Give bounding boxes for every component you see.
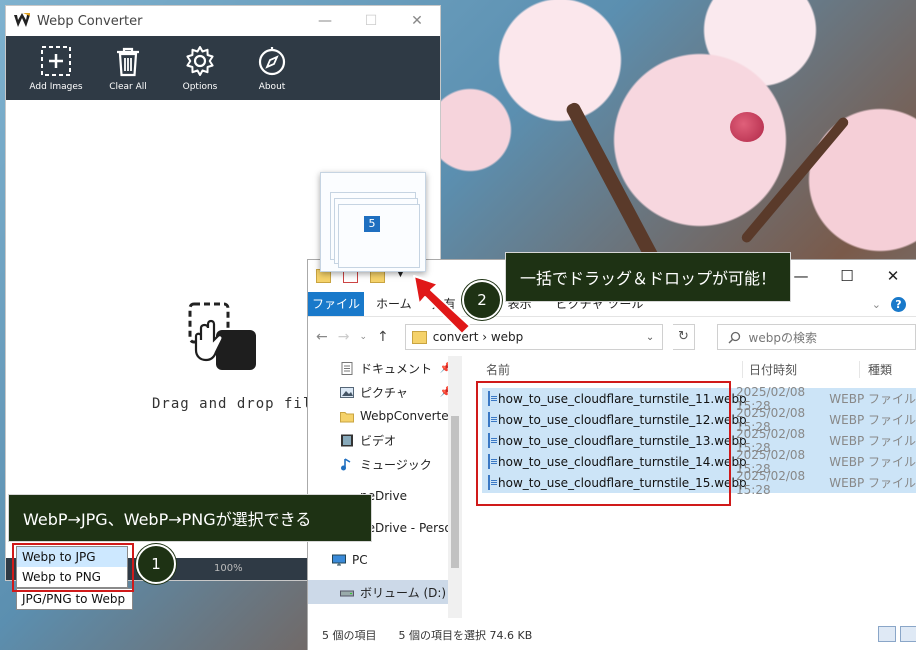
gear-icon — [186, 45, 214, 76]
add-images-icon — [41, 45, 71, 76]
maximize-icon[interactable]: ☐ — [824, 267, 870, 285]
about-label: About — [258, 81, 286, 92]
expand-ribbon-icon[interactable]: ⌄ — [872, 298, 881, 311]
sidebar-item-label: ビデオ — [360, 433, 397, 448]
clear-all-label: Clear All — [109, 81, 147, 92]
video-icon — [341, 434, 353, 446]
search-icon — [728, 331, 740, 343]
sidebar-item-volume-d[interactable]: ボリューム (D:) — [308, 580, 460, 604]
help-icon[interactable]: ? — [891, 296, 906, 312]
sidebar-item-pictures[interactable]: ピクチャ 📌 — [308, 380, 460, 404]
sidebar-item-label: WebpConverter — [360, 409, 454, 423]
file-type: WEBP ファイル — [829, 392, 916, 406]
minimize-icon[interactable]: — — [302, 13, 348, 29]
music-icon — [341, 457, 351, 470]
file-type: WEBP ファイル — [829, 434, 916, 448]
item-count: 5 個の項目 — [322, 629, 377, 642]
options-button[interactable]: Options — [164, 36, 236, 100]
sidebar-item-label: neDrive - Person — [360, 521, 460, 535]
sidebar-item-documents[interactable]: ドキュメント 📌 — [308, 356, 460, 380]
recent-chevron-icon[interactable]: ⌄ — [359, 332, 367, 342]
column-date[interactable]: 日付時刻 — [742, 360, 859, 378]
close-icon[interactable]: ✕ — [394, 13, 440, 29]
step-1-callout: WebP→JPG、WebP→PNGが選択できる — [8, 494, 372, 542]
sidebar-item-videos[interactable]: ビデオ — [308, 428, 460, 452]
sidebar-item-label: ドキュメント — [360, 361, 433, 376]
file-count-badge: 5 — [364, 216, 380, 232]
sidebar-item-label: ボリューム (D:) — [360, 585, 447, 600]
file-type: WEBP ファイル — [829, 476, 916, 490]
navigation-bar: ← → ⌄ ↑ convert › webp ⌄ ↻ webpの検索 — [308, 317, 916, 357]
sidebar-item-pc[interactable]: PC — [308, 548, 460, 572]
details-view-icon[interactable] — [878, 626, 896, 642]
clear-all-button[interactable]: Clear All — [92, 36, 164, 100]
toolbar: Add Images Clear All Options About — [6, 36, 440, 100]
files-highlight-box — [476, 381, 731, 506]
step-2-callout: 一括でドラッグ＆ドロップが可能！ — [505, 252, 792, 302]
large-icons-view-icon[interactable] — [900, 626, 916, 642]
search-input[interactable]: webpの検索 — [716, 324, 916, 350]
drag-drop-icon — [188, 302, 256, 370]
file-type: WEBP ファイル — [829, 413, 916, 427]
column-type[interactable]: 種類 — [859, 360, 892, 378]
sidebar-item-music[interactable]: ミュージック — [308, 452, 460, 476]
document-icon — [341, 361, 353, 375]
sidebar-item-label: ミュージック — [360, 457, 432, 472]
status-bar: 5 個の項目 5 個の項目を選択 74.6 KB — [308, 620, 916, 650]
red-arrow-icon — [413, 275, 471, 335]
step-1-number: 1 — [136, 544, 176, 584]
tab-file[interactable]: ファイル — [308, 292, 364, 316]
pc-icon — [332, 554, 346, 565]
title-bar: Webp Converter — ☐ ✕ — [6, 6, 440, 36]
up-icon[interactable]: ↑ — [377, 329, 389, 345]
sidebar-item-label: ピクチャ — [360, 385, 408, 400]
trash-icon — [117, 47, 139, 76]
maximize-icon[interactable]: ☐ — [348, 13, 394, 29]
close-icon[interactable]: ✕ — [870, 267, 916, 285]
file-type: WEBP ファイル — [829, 455, 916, 469]
mode-highlight-box — [12, 543, 134, 592]
selection-info: 5 個の項目を選択 74.6 KB — [398, 629, 533, 642]
navigation-pane: ドキュメント 📌 ピクチャ 📌 WebpConverter ビデオ ミュージック… — [308, 356, 460, 618]
column-headers: 名前 日付時刻 種類 — [478, 356, 916, 382]
about-button[interactable]: About — [236, 36, 308, 100]
app-title: Webp Converter — [37, 13, 143, 29]
chevron-down-icon[interactable]: ⌄ — [646, 332, 654, 343]
navigation-scrollbar[interactable] — [448, 356, 462, 618]
dragged-files-thumbnail: 5 — [320, 172, 426, 272]
sidebar-item-webpconverter[interactable]: WebpConverter — [308, 404, 460, 428]
search-placeholder: webpの検索 — [748, 330, 817, 345]
drive-icon — [340, 590, 354, 596]
picture-icon — [340, 386, 354, 398]
add-images-button[interactable]: Add Images — [20, 36, 92, 100]
scroll-thumb[interactable] — [451, 416, 459, 568]
app-logo-icon — [14, 13, 30, 27]
blossom-bud — [730, 112, 764, 142]
sidebar-item-label: PC — [352, 553, 368, 567]
progress-text: 100% — [214, 563, 243, 574]
drop-instruction: Drag and drop files — [152, 396, 332, 412]
column-name[interactable]: 名前 — [478, 361, 742, 378]
add-images-label: Add Images — [29, 81, 83, 92]
back-icon[interactable]: ← — [316, 329, 328, 345]
refresh-icon[interactable]: ↻ — [673, 324, 695, 350]
compass-icon — [258, 46, 286, 75]
file-date: 2025/02/08 15:28 — [736, 468, 806, 497]
options-label: Options — [182, 81, 218, 92]
forward-icon[interactable]: → — [338, 329, 350, 345]
folder-icon — [340, 411, 354, 422]
